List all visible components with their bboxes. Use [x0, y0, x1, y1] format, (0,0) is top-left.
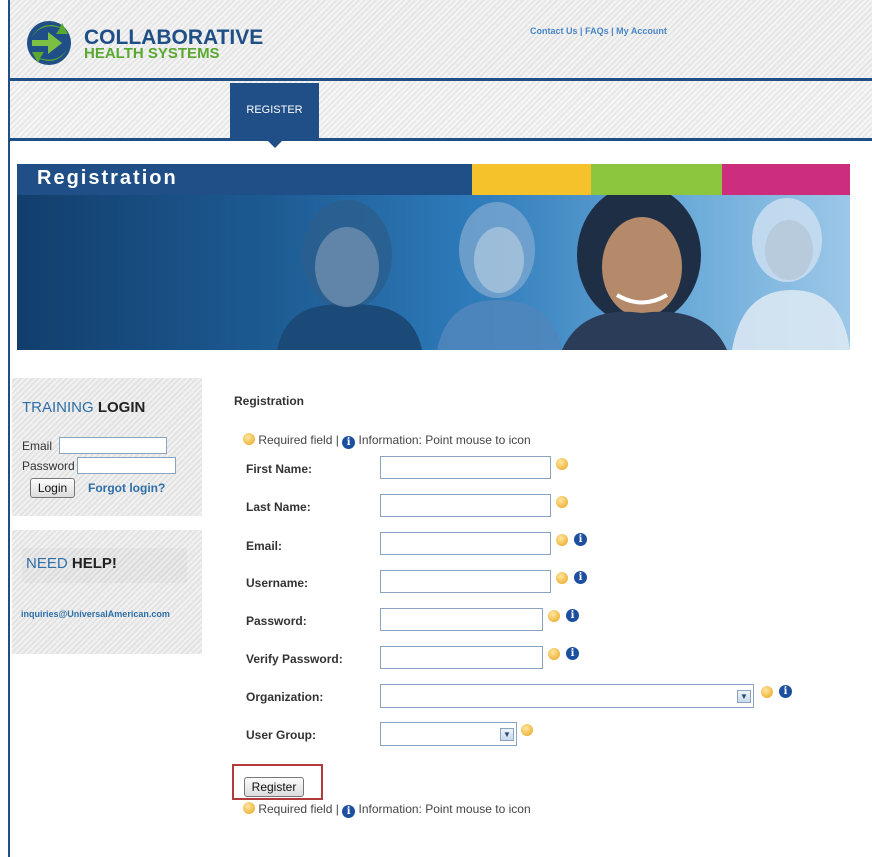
required-icon	[556, 496, 568, 508]
need-help-panel: NEED HELP!	[12, 530, 202, 654]
link-separator: |	[580, 26, 583, 36]
register-button[interactable]: Register	[244, 777, 304, 797]
faqs-link[interactable]: FAQs	[585, 26, 609, 36]
organization-label: Organization:	[246, 690, 324, 704]
first-name-input[interactable]	[380, 456, 551, 479]
info-icon: i	[342, 436, 356, 449]
login-email-label: Email	[22, 439, 53, 453]
banner-bar-yellow	[472, 164, 591, 195]
help-email-link[interactable]: inquiries@UniversalAmerican.com	[21, 609, 170, 619]
legend-required-text: Required field |	[258, 802, 339, 816]
verify-password-input[interactable]	[380, 646, 543, 669]
required-icon	[548, 648, 560, 660]
last-name-input[interactable]	[380, 494, 551, 517]
username-input[interactable]	[380, 570, 551, 593]
info-icon[interactable]: i	[574, 533, 587, 546]
legend-info-text: Information: Point mouse to icon	[358, 802, 531, 816]
required-icon	[556, 534, 568, 546]
verify-password-label: Verify Password:	[246, 652, 343, 666]
banner-bar-magenta	[722, 164, 850, 195]
form-legend-top: Required field | i Information: Point mo…	[243, 433, 531, 449]
logo-text-line2: HEALTH SYSTEMS	[84, 45, 220, 62]
info-icon[interactable]: i	[566, 647, 579, 660]
login-password-label: Password	[22, 459, 75, 473]
nav-item-register[interactable]: REGISTER	[230, 83, 319, 138]
required-icon	[556, 458, 568, 470]
link-separator: |	[611, 26, 614, 36]
email-field[interactable]	[380, 532, 551, 555]
registration-banner: Registration	[17, 164, 850, 350]
password-input[interactable]	[380, 608, 543, 631]
main-nav	[8, 81, 872, 138]
legend-required-text: Required field |	[258, 433, 339, 447]
top-links: Contact Us | FAQs | My Account	[530, 26, 667, 36]
need-help-title-part2: HELP!	[71, 555, 117, 572]
password-label: Password:	[246, 614, 307, 628]
legend-info-text: Information: Point mouse to icon	[358, 433, 531, 447]
last-name-label: Last Name:	[246, 500, 311, 514]
need-help-title-part1: NEED	[26, 555, 68, 572]
required-icon	[761, 686, 773, 698]
need-help-title: NEED HELP!	[26, 555, 117, 572]
nav-divider	[8, 138, 872, 141]
email-label: Email:	[246, 539, 283, 553]
banner-people-image	[277, 195, 850, 350]
logo[interactable]: COLLABORATIVE HEALTH SYSTEMS	[24, 18, 264, 68]
chevron-down-icon[interactable]: ▼	[737, 690, 751, 703]
first-name-label: First Name:	[246, 462, 313, 476]
training-login-title: TRAINING LOGIN	[22, 399, 145, 416]
login-email-input[interactable]	[59, 437, 167, 454]
forgot-login-link[interactable]: Forgot login?	[88, 481, 165, 495]
form-title: Registration	[234, 394, 305, 408]
required-icon	[548, 610, 560, 622]
info-icon: i	[342, 805, 356, 818]
login-button[interactable]: Login	[30, 478, 75, 498]
contact-us-link[interactable]: Contact Us	[530, 26, 578, 36]
form-legend-bottom: Required field | i Information: Point mo…	[243, 802, 531, 818]
site-header: COLLABORATIVE HEALTH SYSTEMS Contact Us …	[8, 0, 872, 80]
training-login-title-part1: TRAINING	[22, 399, 94, 416]
info-icon[interactable]: i	[779, 685, 792, 698]
training-login-title-part2: LOGIN	[97, 399, 146, 416]
username-label: Username:	[246, 576, 309, 590]
logo-icon	[27, 21, 71, 65]
user-group-label: User Group:	[246, 728, 317, 742]
banner-bar-green	[591, 164, 722, 195]
banner-title: Registration	[37, 167, 178, 189]
my-account-link[interactable]: My Account	[616, 26, 667, 36]
info-icon[interactable]: i	[574, 571, 587, 584]
login-password-input[interactable]	[77, 457, 176, 474]
required-icon	[521, 724, 533, 736]
page-border	[8, 141, 10, 857]
required-icon	[243, 433, 255, 445]
required-icon	[556, 572, 568, 584]
nav-active-indicator	[268, 141, 282, 148]
required-icon	[243, 802, 255, 814]
user-group-select[interactable]: ▼	[380, 722, 517, 746]
info-icon[interactable]: i	[566, 609, 579, 622]
chevron-down-icon[interactable]: ▼	[500, 728, 514, 741]
organization-select[interactable]: ▼	[380, 684, 754, 708]
